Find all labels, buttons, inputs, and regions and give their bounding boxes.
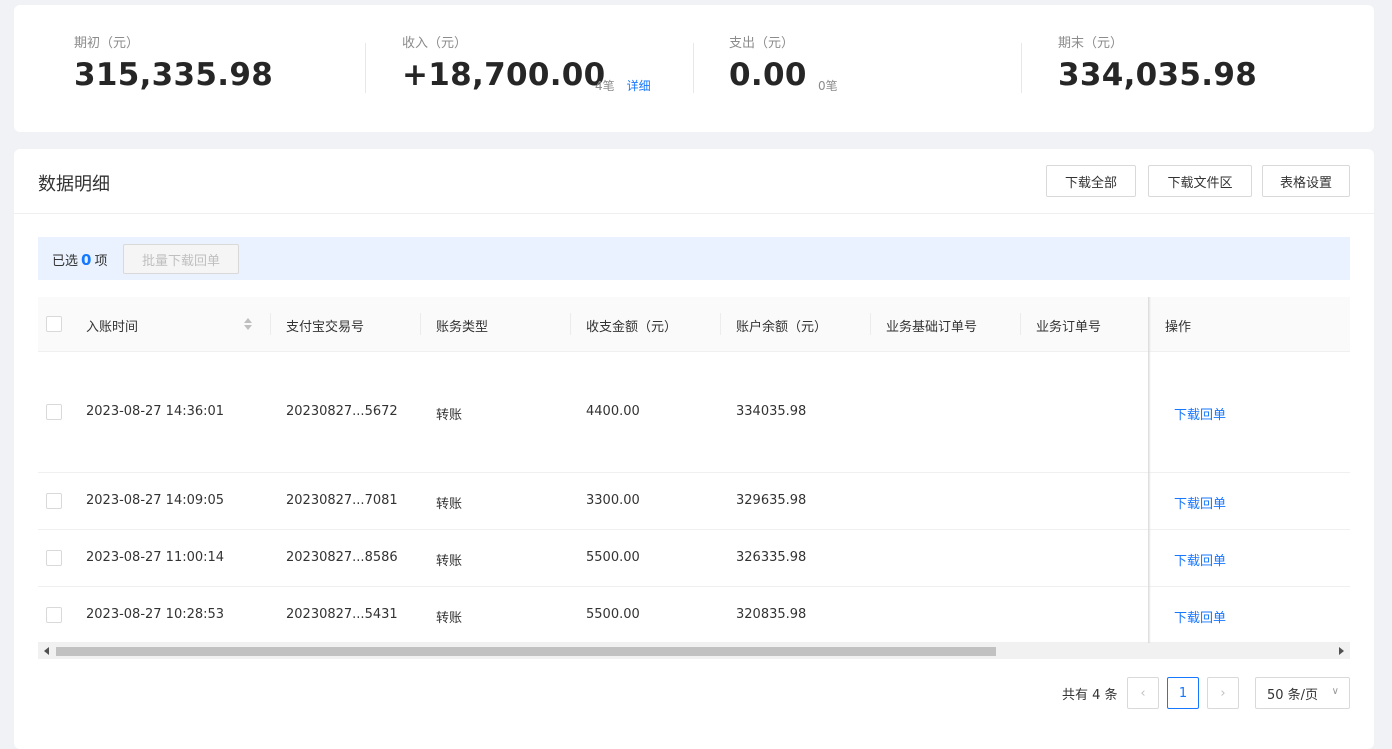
- page-size-select[interactable]: 50 条/页 ∨: [1255, 677, 1350, 709]
- download-receipt-link[interactable]: 下载回单: [1174, 493, 1226, 512]
- chevron-left-icon: ‹: [1140, 685, 1146, 701]
- table-header: 入账时间 支付宝交易号 账务类型 收支金额（元） 账户余额（元） 业务基础订单号…: [38, 297, 1350, 352]
- cell-trade-no: 20230827...5431: [286, 607, 398, 622]
- cell-time: 2023-08-27 14:36:01: [86, 404, 225, 419]
- column-separator: [570, 313, 571, 335]
- download-receipt-link[interactable]: 下载回单: [1174, 607, 1226, 626]
- fixed-column-shadow: [1148, 297, 1151, 643]
- cell-amount: 3300.00: [586, 493, 640, 508]
- cell-trade-no: 20230827...5672: [286, 404, 398, 419]
- pagination-total: 共有 4 条: [1062, 688, 1118, 703]
- sort-icon[interactable]: [243, 318, 253, 332]
- column-header: 支付宝交易号: [286, 320, 365, 335]
- column-separator: [270, 313, 271, 335]
- income-value: +18,700.00: [402, 57, 606, 93]
- table-settings-button[interactable]: 表格设置: [1262, 165, 1350, 197]
- download-receipt-link[interactable]: 下载回单: [1174, 404, 1226, 423]
- cell-time: 2023-08-27 11:00:14: [86, 550, 225, 565]
- row-checkbox[interactable]: [46, 607, 62, 623]
- opening-label: 期初（元）: [74, 36, 140, 51]
- row-checkbox[interactable]: [46, 550, 62, 566]
- cell-trade-no: 20230827...8586: [286, 550, 398, 565]
- header-divider: [14, 213, 1374, 214]
- cell-type: 转账: [436, 554, 463, 569]
- cell-balance: 334035.98: [736, 404, 807, 419]
- panel-title: 数据明细: [38, 174, 110, 195]
- column-header: 业务基础订单号: [886, 320, 978, 335]
- page-number-button[interactable]: 1: [1167, 677, 1199, 709]
- selection-count: 0: [81, 251, 92, 269]
- expense-count: 0笔: [818, 79, 838, 93]
- chevron-down-icon: ∨: [1331, 686, 1339, 697]
- row-checkbox[interactable]: [46, 404, 62, 420]
- download-file-area-button[interactable]: 下载文件区: [1148, 165, 1252, 197]
- cell-amount: 5500.00: [586, 607, 640, 622]
- table-row: 2023-08-27 10:28:53 20230827...5431 转账 5…: [38, 587, 1350, 643]
- column-separator: [1020, 313, 1021, 335]
- cell-trade-no: 20230827...7081: [286, 493, 398, 508]
- scroll-left-icon[interactable]: [44, 647, 49, 655]
- column-header: 账户余额（元）: [736, 320, 828, 335]
- expense-value: 0.00: [729, 57, 807, 93]
- column-header: 业务订单号: [1036, 320, 1102, 335]
- summary-card: 期初（元） 315,335.98 收入（元） +18,700.00 4笔 详细 支…: [14, 5, 1374, 132]
- opening-value: 315,335.98: [74, 57, 274, 93]
- download-all-button[interactable]: 下载全部: [1046, 165, 1136, 197]
- divider: [365, 43, 366, 93]
- income-detail-link[interactable]: 详细: [627, 79, 651, 93]
- column-header: 收支金额（元）: [586, 320, 678, 335]
- page-size-value: 50 条/页: [1267, 687, 1319, 703]
- cell-amount: 4400.00: [586, 404, 640, 419]
- column-separator: [870, 313, 871, 335]
- selection-text: 已选 0 项: [52, 250, 107, 269]
- income-label: 收入（元）: [402, 36, 468, 51]
- column-separator: [420, 313, 421, 335]
- column-header: 操作: [1165, 320, 1192, 335]
- cell-type: 转账: [436, 611, 463, 626]
- scroll-right-icon[interactable]: [1339, 647, 1344, 655]
- cell-balance: 320835.98: [736, 607, 807, 622]
- row-checkbox[interactable]: [46, 493, 62, 509]
- download-receipt-link[interactable]: 下载回单: [1174, 550, 1226, 569]
- selection-prefix: 已选: [52, 254, 79, 269]
- table-row: 2023-08-27 14:09:05 20230827...7081 转账 3…: [38, 473, 1350, 530]
- cell-type: 转账: [436, 408, 463, 423]
- transactions-table: 入账时间 支付宝交易号 账务类型 收支金额（元） 账户余额（元） 业务基础订单号…: [38, 297, 1350, 643]
- divider: [1021, 43, 1022, 93]
- table-row: 2023-08-27 14:36:01 20230827...5672 转账 4…: [38, 352, 1350, 473]
- scrollbar-thumb[interactable]: [56, 647, 996, 656]
- column-separator: [720, 313, 721, 335]
- income-extra: 4笔 详细: [595, 77, 651, 94]
- column-header: 账务类型: [436, 320, 489, 335]
- chevron-right-icon: ›: [1220, 685, 1226, 701]
- income-count: 4笔: [595, 79, 615, 93]
- table-row: 2023-08-27 11:00:14 20230827...8586 转账 5…: [38, 530, 1350, 587]
- cell-type: 转账: [436, 497, 463, 512]
- cell-balance: 326335.98: [736, 550, 807, 565]
- cell-amount: 5500.00: [586, 550, 640, 565]
- select-all-checkbox[interactable]: [46, 316, 62, 332]
- data-detail-panel: 数据明细 下载全部 下载文件区 表格设置 已选 0 项 批量下载回单 入账时间 支付…: [14, 149, 1374, 749]
- prev-page-button[interactable]: ‹: [1127, 677, 1159, 709]
- column-header[interactable]: 入账时间: [86, 316, 138, 335]
- closing-value: 334,035.98: [1058, 57, 1258, 93]
- divider: [693, 43, 694, 93]
- batch-download-receipt-button[interactable]: 批量下载回单: [123, 244, 239, 274]
- cell-balance: 329635.98: [736, 493, 807, 508]
- closing-label: 期末（元）: [1058, 36, 1124, 51]
- selection-suffix: 项: [94, 254, 108, 269]
- expense-label: 支出（元）: [729, 36, 795, 51]
- cell-time: 2023-08-27 10:28:53: [86, 607, 225, 622]
- cell-time: 2023-08-27 14:09:05: [86, 493, 225, 508]
- selection-bar: 已选 0 项 批量下载回单: [38, 237, 1350, 280]
- horizontal-scrollbar[interactable]: [38, 643, 1350, 659]
- next-page-button[interactable]: ›: [1207, 677, 1239, 709]
